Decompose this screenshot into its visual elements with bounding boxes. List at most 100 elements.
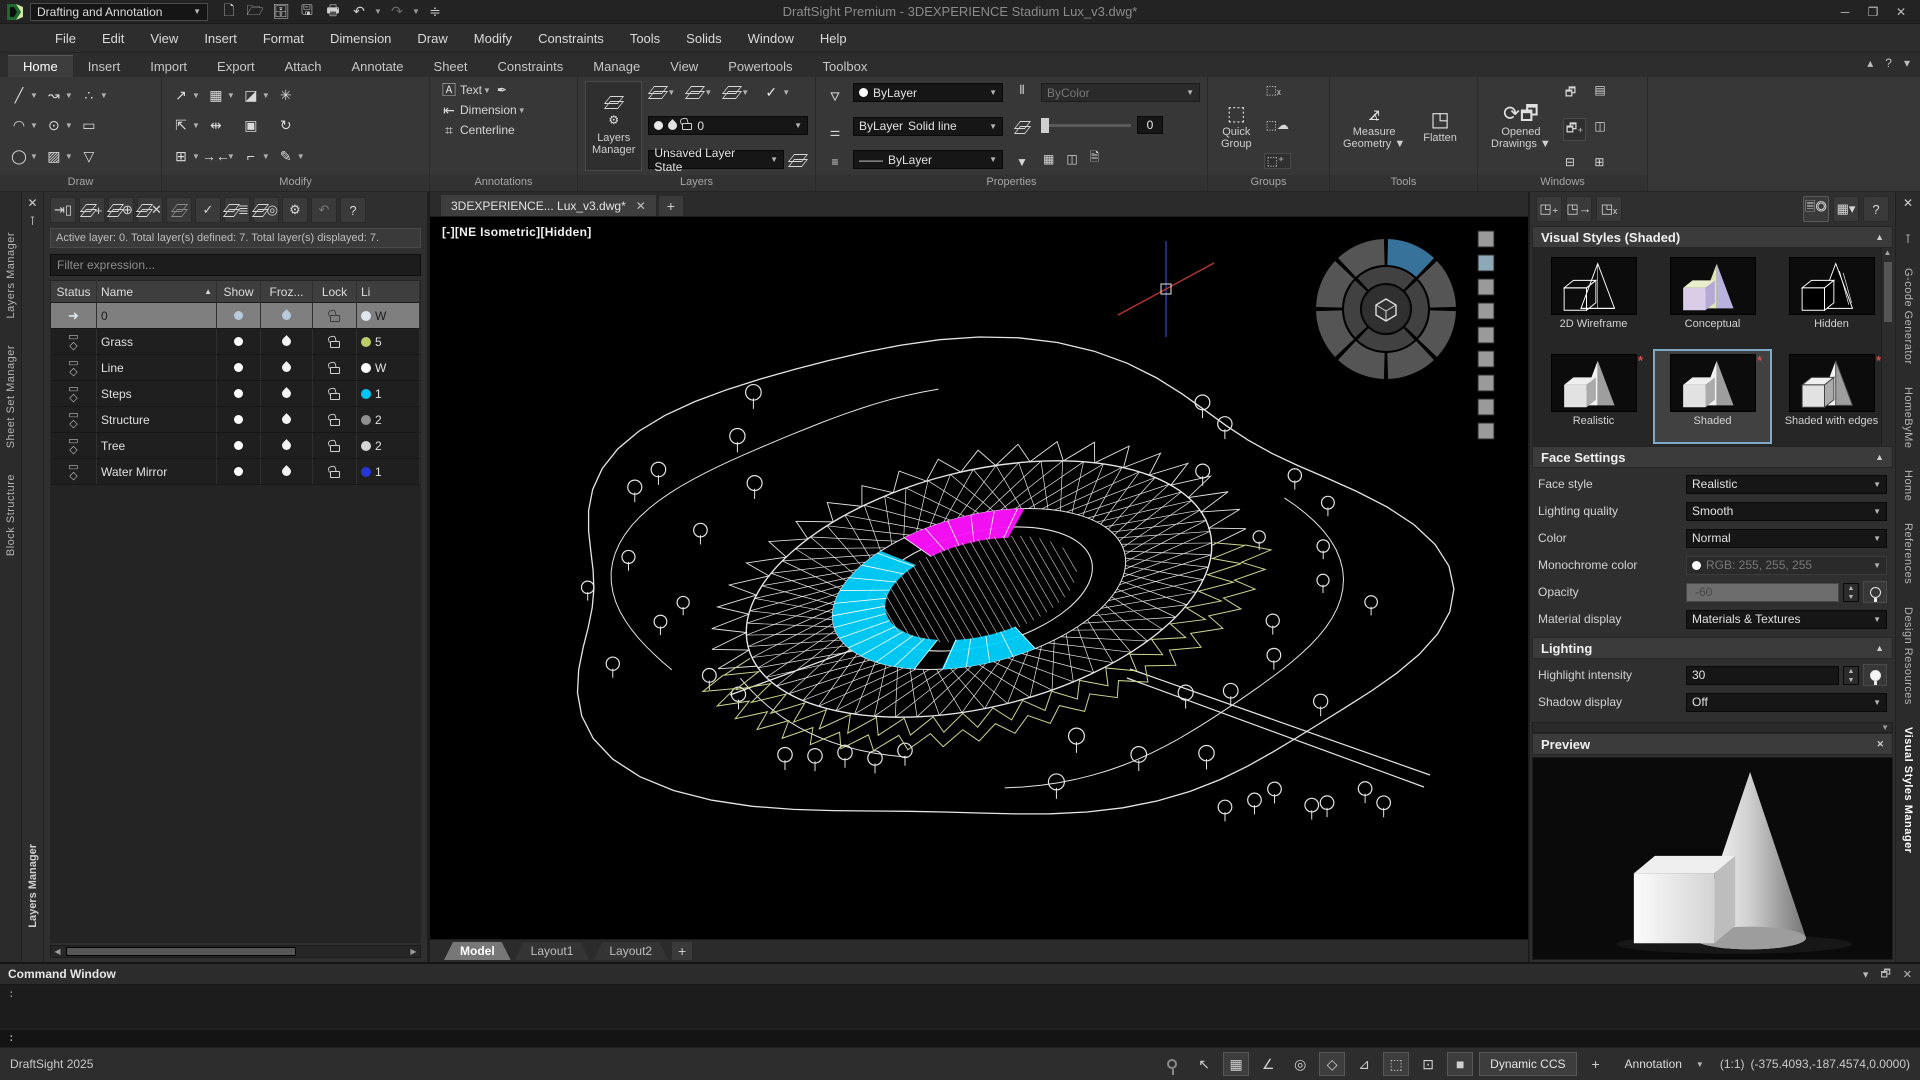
model-viewport[interactable]: [-][NE Isometric][Hidden] [430, 217, 1528, 939]
active-layer-dropdown[interactable]: 0▼ [648, 116, 808, 135]
text-tool[interactable]: 🄰Text▼✒ [437, 81, 570, 99]
menu-edit[interactable]: Edit [89, 31, 137, 46]
tab-homebyme[interactable]: HomeByMe [1902, 387, 1914, 448]
open-file-button[interactable]: 🗁 [244, 2, 266, 22]
ribbon-tab-constraints[interactable]: Constraints [483, 56, 579, 77]
ribbon-tab-sheet[interactable]: Sheet [419, 56, 483, 77]
hatch-tool[interactable]: ▨▼ [42, 142, 75, 171]
slider-knob[interactable] [1041, 118, 1049, 133]
palette-close-icon[interactable]: ✕ [27, 196, 37, 214]
ribbon-collapse-icon[interactable]: ▴ [1867, 56, 1873, 70]
opened-drawings-button[interactable]: ⟳🗗 OpenedDrawings ▼ [1485, 81, 1557, 171]
highlight-spinner[interactable]: ▲▼ [1843, 666, 1859, 685]
maximize-button[interactable]: ❐ [1860, 2, 1886, 22]
grid-toggle[interactable]: ▦ [1223, 1052, 1249, 1076]
menu-insert[interactable]: Insert [191, 31, 250, 46]
layer-state-icon[interactable] [788, 154, 808, 166]
layer-row-water-mirror[interactable]: ▭◇ Water Mirror 1 [51, 459, 420, 485]
vs-help-button[interactable]: ? [1863, 196, 1889, 222]
lighting-quality-dropdown[interactable]: Smooth▼ [1686, 502, 1887, 521]
menu-constraints[interactable]: Constraints [525, 31, 617, 46]
face-color-dropdown[interactable]: Normal▼ [1686, 529, 1887, 548]
scroll-right-icon[interactable]: ▶ [407, 947, 420, 956]
ribbon-tab-toolbox[interactable]: Toolbox [808, 56, 883, 77]
preview-toggle-button[interactable]: 🗏◎ [1803, 196, 1829, 222]
properties-page-icon[interactable]: 🗎 [1088, 148, 1102, 169]
ribbon-tab-manage[interactable]: Manage [578, 56, 655, 77]
arc-tool[interactable]: ◠▼ [7, 111, 40, 140]
menu-window[interactable]: Window [735, 31, 807, 46]
show-toggle[interactable] [217, 433, 261, 458]
delete-layer-button[interactable]: ✕ [137, 197, 163, 223]
show-toggle[interactable] [217, 407, 261, 432]
tab-model[interactable]: Model [444, 942, 511, 960]
visual-styles-header[interactable]: Visual Styles (Shaded)▲ [1532, 226, 1893, 248]
redo-dropdown[interactable]: ▼ [412, 7, 420, 16]
move-tool[interactable]: ↗▼ [169, 81, 202, 110]
show-toggle[interactable] [217, 303, 261, 328]
transparency-value[interactable]: 0 [1137, 116, 1163, 134]
entity-frame-toggle[interactable]: ⬚ [1383, 1052, 1409, 1076]
command-window-header[interactable]: Command Window ▾ 🗗 ✕ [0, 964, 1920, 985]
highlight-intensity-input[interactable]: 30 [1686, 666, 1839, 685]
plotstyle-dropdown[interactable]: ByColor▼ [1041, 83, 1200, 102]
rectangle-tool[interactable]: ▭ [77, 111, 110, 140]
new-sheet-icon[interactable]: ▤ [1592, 83, 1607, 97]
frozen-toggle[interactable] [261, 303, 313, 328]
scroll-left-icon[interactable]: ◀ [51, 947, 64, 956]
revert-button[interactable]: ↶ [311, 197, 337, 223]
group-edit-icon[interactable]: ⬚☁ [1264, 118, 1291, 132]
tab-references[interactable]: References [1902, 523, 1914, 584]
lock-toggle[interactable] [313, 355, 357, 380]
linestyle-icon[interactable]: ⚌ [828, 125, 843, 139]
column-linecolor[interactable]: Li [357, 281, 420, 302]
lock-toggle[interactable] [313, 303, 357, 328]
scroll-thumb[interactable] [66, 947, 296, 956]
linecolor-cell[interactable]: W [357, 355, 420, 380]
lock-toggle[interactable] [313, 407, 357, 432]
panel-label-tools[interactable]: Tools [1330, 175, 1477, 191]
import-file-button[interactable]: 🗄 [270, 2, 292, 22]
layer-row-0[interactable]: ➜ 0 W [51, 303, 420, 329]
palette-hscrollbar[interactable]: ◀ ▶ [50, 945, 421, 958]
column-show[interactable]: Show [217, 281, 261, 302]
monochrome-color-dropdown[interactable]: RGB: 255, 255, 255▼ [1686, 556, 1887, 575]
palette-pin-icon[interactable]: ⊺ [29, 214, 35, 232]
polyline-tool[interactable]: ↝▼ [42, 81, 75, 110]
tab-block-structure[interactable]: Block Structure [5, 474, 17, 556]
show-toggle[interactable] [217, 355, 261, 380]
circle-tool[interactable]: ◯▼ [7, 142, 40, 171]
style-conceptual[interactable]: Conceptual [1655, 254, 1770, 345]
layers-manager-button[interactable]: ⚙ LayersManager [585, 81, 642, 171]
redo-button[interactable]: ↷ [386, 2, 408, 22]
esnap-toggle[interactable]: ◇ [1319, 1052, 1345, 1076]
new-layer-button[interactable]: + [79, 197, 105, 223]
layer-row-line[interactable]: ▭◇ Line W [51, 355, 420, 381]
customize-qat-button[interactable]: ≑ [424, 2, 446, 22]
close-button[interactable]: ✕ [1888, 2, 1914, 22]
document-tab[interactable]: 3DEXPERIENCE... Lux_v3.dwg* ✕ [440, 194, 657, 216]
tab-visual-styles-manager[interactable]: Visual Styles Manager [1902, 727, 1914, 853]
close-document-icon[interactable]: ✕ [636, 199, 646, 213]
panel-label-windows[interactable]: Windows [1478, 175, 1647, 191]
tab-gcode-generator[interactable]: G-code Generator [1902, 268, 1914, 365]
save-button[interactable]: 🖫 [296, 2, 318, 22]
frozen-toggle[interactable] [261, 433, 313, 458]
selection-cursor-toggle[interactable]: ↖ [1191, 1052, 1217, 1076]
layer-row-grass[interactable]: ▭◇ Grass 5 [51, 329, 420, 355]
makeflat-icon[interactable]: ▦ [1041, 148, 1056, 169]
panel-layout-button[interactable]: ▦▾ [1833, 196, 1859, 222]
array-tool[interactable]: ▦▼ [204, 81, 237, 110]
ribbon-tab-attach[interactable]: Attach [270, 56, 337, 77]
linecolor-cell[interactable]: 2 [357, 433, 420, 458]
panel-label-draw[interactable]: Draw [0, 175, 161, 191]
lock-toggle[interactable] [313, 433, 357, 458]
column-name[interactable]: Name▲ [97, 281, 217, 302]
menu-dimension[interactable]: Dimension [317, 31, 404, 46]
layer-lock-tool[interactable]: ▼ [722, 86, 751, 98]
menu-modify[interactable]: Modify [461, 31, 525, 46]
menu-tools[interactable]: Tools [617, 31, 673, 46]
layer-row-tree[interactable]: ▭◇ Tree 2 [51, 433, 420, 459]
menu-file[interactable]: File [42, 31, 89, 46]
ellipse-tool[interactable]: ⊙▼ [42, 111, 75, 140]
